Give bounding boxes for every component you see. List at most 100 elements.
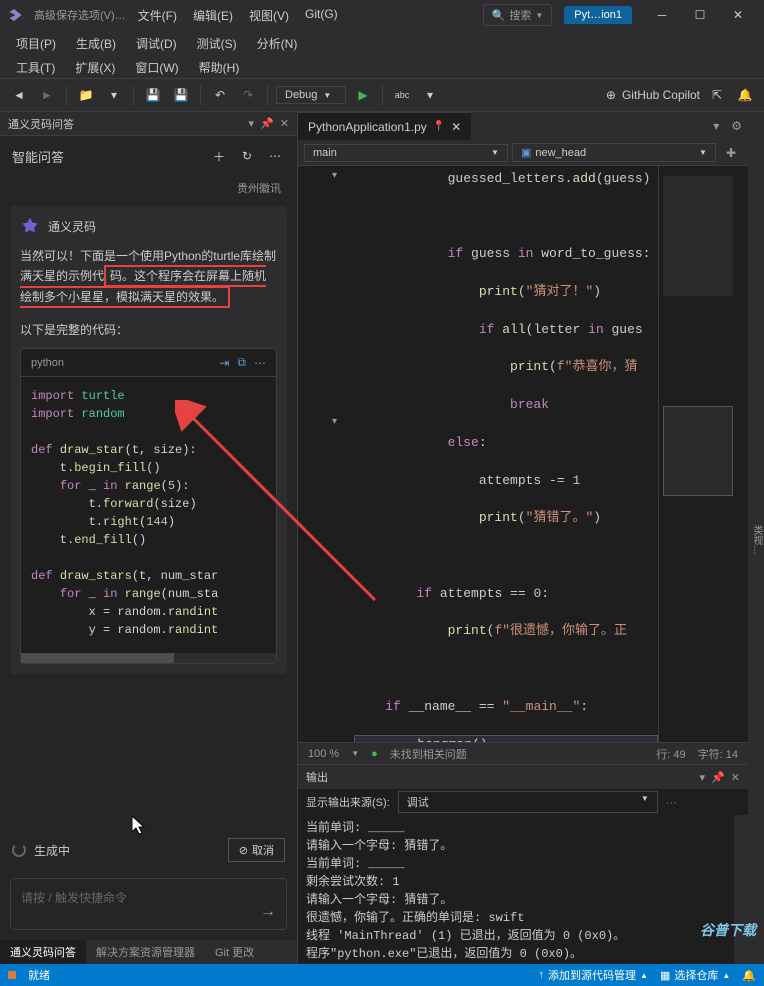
code-scrollbar-h[interactable] [21,653,276,663]
menu-help[interactable]: 帮助(H) [191,57,248,78]
menu-tools[interactable]: 工具(T) [8,57,63,78]
redo-button[interactable]: ↷ [237,84,259,106]
chat-input[interactable]: 请按 / 触发快捷命令 → [10,878,287,930]
insert-code-button[interactable]: ⇥ [219,356,229,370]
menu-window[interactable]: 窗口(W) [127,57,186,78]
forward-button[interactable]: ► [36,84,58,106]
code-block: python ⇥ ⧉ ⋯ import turtle import random… [20,348,277,664]
minimize-button[interactable]: ─ [644,2,680,28]
output-scrollbar[interactable] [734,815,748,964]
new-chat-button[interactable]: ＋ [209,146,229,166]
code-editor[interactable]: guessed_letters.add(guess) if guess in w… [348,166,658,742]
issues-label[interactable]: 未找到相关问题 [390,746,467,762]
save-all-button[interactable]: 💾 [170,84,192,106]
add-src-label: 添加到源代码管理 [548,967,636,983]
assistant-icon [20,216,40,236]
fold-marker[interactable]: ▾ [332,170,337,181]
minimap[interactable] [658,166,748,742]
dropdown-button[interactable]: ▾ [249,117,255,130]
menu-view[interactable]: 视图(V) [243,5,295,26]
output-pin[interactable]: 📌 [711,771,725,784]
title-text: 高级保存选项(V)… [34,7,126,23]
notification-icon[interactable]: 🔔 [742,969,756,982]
nav-scope-dropdown[interactable]: main ▼ [304,144,508,162]
pin-button[interactable]: 📌 [260,117,274,130]
search-box[interactable]: 🔍 搜索 ▼ [483,4,553,26]
cancel-button[interactable]: ⊘ 取消 [228,838,285,862]
save-button[interactable]: 💾 [142,84,164,106]
more-button[interactable]: ⋯ [265,146,285,166]
solution-tab[interactable]: Pyt…ion1 [564,6,632,24]
more-code-button[interactable]: ⋯ [254,356,266,370]
chat-body[interactable]: 通义灵码 当然可以！下面是一个使用Python的turtle库绘制满天星的示例代… [0,206,297,828]
back-button[interactable]: ◄ [8,84,30,106]
menu-project[interactable]: 项目(P) [8,33,64,54]
start-button[interactable]: ▶ [352,84,374,106]
chat-subtext: 以下是完整的代码： [20,321,277,338]
editor-area: PythonApplication1.py 📍 ✕ ▾ ⚙ main ▼ ▣ n… [298,112,764,964]
output-toolbar-button[interactable]: ⋯ [666,796,677,809]
fold-marker[interactable]: ▾ [332,416,337,427]
copilot-button[interactable]: ⊕ GitHub Copilot [606,88,700,102]
code-content[interactable]: import turtle import random def draw_sta… [21,377,276,649]
output-src-label: 显示输出来源(S): [306,794,390,810]
menu-test[interactable]: 测试(S) [189,33,245,54]
menu-debug[interactable]: 调试(D) [128,33,185,54]
vs-logo-icon [8,6,26,24]
field-icon: ▣ [521,146,531,159]
history-button[interactable]: ↻ [237,146,257,166]
open-button[interactable]: ▾ [103,84,125,106]
share-button[interactable]: ⇱ [706,84,728,106]
tab-tongyi[interactable]: 通义灵码问答 [0,940,86,964]
pin-icon[interactable]: 📍 [433,121,445,132]
notify-button[interactable]: 🔔 [734,84,756,106]
maximize-button[interactable]: ☐ [682,2,718,28]
menu-analyze[interactable]: 分析(N) [249,33,306,54]
comment-button[interactable]: ▾ [419,84,441,106]
tab-close-button[interactable]: ✕ [451,120,461,134]
close-button[interactable]: ✕ [720,2,756,28]
menu-edit[interactable]: 编辑(E) [187,5,239,26]
menu-git[interactable]: Git(G) [299,5,344,26]
output-body[interactable]: 当前单词: _____ 请输入一个字母: 猜错了。 当前单词: _____ 剩余… [298,815,734,964]
menu-file[interactable]: 文件(F) [132,5,183,26]
config-dropdown[interactable]: Debug ▼ [276,86,346,104]
status-icon [8,971,16,979]
search-label: 搜索 [509,7,531,23]
tab-settings-button[interactable]: ⚙ [725,119,748,133]
select-repo-button[interactable]: ▦ 选择仓库 ▲ [660,967,730,983]
output-src-dropdown[interactable]: 调试 ▼ [398,791,658,813]
nav-split-button[interactable]: ✚ [720,146,742,160]
menu-build[interactable]: 生成(B) [68,33,124,54]
abc-button[interactable]: abc [391,84,413,106]
source-control-button[interactable]: ↑ 添加到源代码管理 ▲ [539,967,648,983]
ready-label: 就绪 [28,967,50,983]
menu-extensions[interactable]: 扩展(X) [67,57,123,78]
close-panel-button[interactable]: ✕ [280,117,289,130]
right-sidebar-tab[interactable]: 类视… [748,112,764,964]
config-label: Debug [285,89,317,101]
zoom-level[interactable]: 100 % [308,748,339,760]
menu-row-3: 工具(T) 扩展(X) 窗口(W) 帮助(H) [0,56,764,78]
chevron-down-icon: ▼ [641,794,649,810]
tab-dropdown[interactable]: ▾ [707,119,725,133]
editor-tab-file[interactable]: PythonApplication1.py 📍 ✕ [298,112,471,140]
copy-code-button[interactable]: ⧉ [237,355,246,370]
char-info[interactable]: 字符: 14 [698,746,738,762]
window-controls: ─ ☐ ✕ [644,2,756,28]
editor-statusbar: 100 % ▼ ● 未找到相关问题 行: 49 字符: 14 [298,742,748,764]
assistant-name: 通义灵码 [48,218,96,235]
output-dropdown[interactable]: ▾ [700,771,706,784]
line-info[interactable]: 行: 49 [656,746,685,762]
new-project-button[interactable]: 📁 [75,84,97,106]
output-close[interactable]: ✕ [731,771,740,784]
status-text: 生成中 [34,842,220,859]
tab-git-changes[interactable]: Git 更改 [205,940,264,964]
undo-button[interactable]: ↶ [209,84,231,106]
chat-mode-label: 智能问答 [12,147,201,166]
chat-text: 当然可以！下面是一个使用Python的turtle库绘制满天星的示例代码。这个程… [20,246,277,307]
chevron-down-icon[interactable]: ▼ [351,749,359,758]
send-button[interactable]: → [260,903,276,921]
tab-solution-explorer[interactable]: 解决方案资源管理器 [86,940,205,964]
nav-member-dropdown[interactable]: ▣ new_head ▼ [512,143,716,162]
